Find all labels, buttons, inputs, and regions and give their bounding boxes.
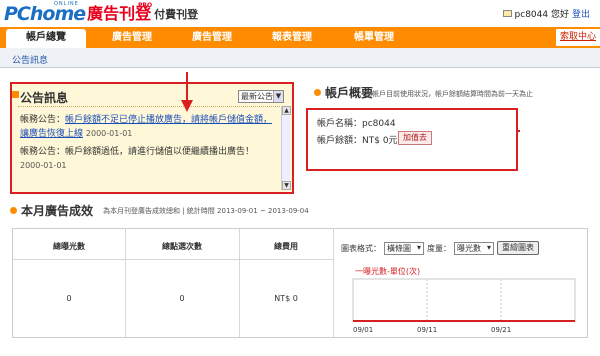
account-balance-row: 帳戶餘額：NT$ 0元 [317, 133, 398, 146]
col-header-clicks: 總點選次數 [162, 242, 202, 251]
redraw-chart-button[interactable]: 重繪圖表 [497, 241, 539, 255]
chart-title: 一曝光數-單位(次) [355, 266, 420, 276]
clicks-value: 0 [179, 294, 185, 303]
stats-bullet-icon [10, 207, 17, 214]
chart-x-tick-label: 09/21 [491, 326, 511, 334]
account-summary-panel: 帳戶名稱：pc8044 帳戶餘額：NT$ 0元 加值去 [306, 108, 518, 171]
chart-x-tick-label: 09/01 [353, 326, 373, 334]
account-balance-label: 帳戶餘額： [317, 136, 363, 146]
monthly-stats-title: 本月廣告成效 [10, 202, 93, 219]
account-balance-value: NT$ 0元 [362, 136, 398, 146]
chart-type-select[interactable]: 橫條圖 [384, 241, 424, 255]
impressions-chart: 一曝光數-單位(次) 09/01 09/11 09/21 [352, 266, 576, 334]
account-name-label: 帳戶名稱： [317, 119, 363, 129]
stats-col-divider [333, 229, 334, 337]
measure-select[interactable]: 曝光數 [454, 241, 494, 255]
account-bullet-icon [314, 89, 321, 96]
chart-controls: 圖表格式： 橫條圖 度量： 曝光數 重繪圖表 [341, 239, 587, 257]
add-funds-button[interactable]: 加值去 [398, 131, 432, 145]
impressions-value: 0 [66, 294, 72, 303]
stats-header-divider [13, 259, 333, 260]
stats-panel: 總曝光數 總點選次數 總費用 0 0 NT$ 0 圖表格式： 橫條圖 度量： 曝… [12, 228, 588, 338]
account-name-row: 帳戶名稱：pc8044 [317, 116, 396, 129]
stats-title-text: 本月廣告成效 [21, 204, 94, 218]
chart-plot-area [352, 278, 576, 322]
cost-value: NT$ 0 [274, 294, 298, 303]
chart-x-tick-label: 09/11 [417, 326, 437, 334]
account-description: 為帳戶目前使用狀況，帳戶餘額結算時間為前一天為止 [365, 90, 533, 98]
col-header-cost: 總費用 [274, 242, 298, 251]
col-header-impressions: 總曝光數 [53, 242, 85, 251]
account-name-value: pc8044 [362, 119, 396, 129]
measure-label: 度量： [427, 243, 451, 253]
stats-description: 為本月刊登廣告成效總和 | 統計時間 2013-09-01 ~ 2013-09-… [103, 207, 309, 215]
chart-type-label: 圖表格式： [341, 243, 381, 253]
